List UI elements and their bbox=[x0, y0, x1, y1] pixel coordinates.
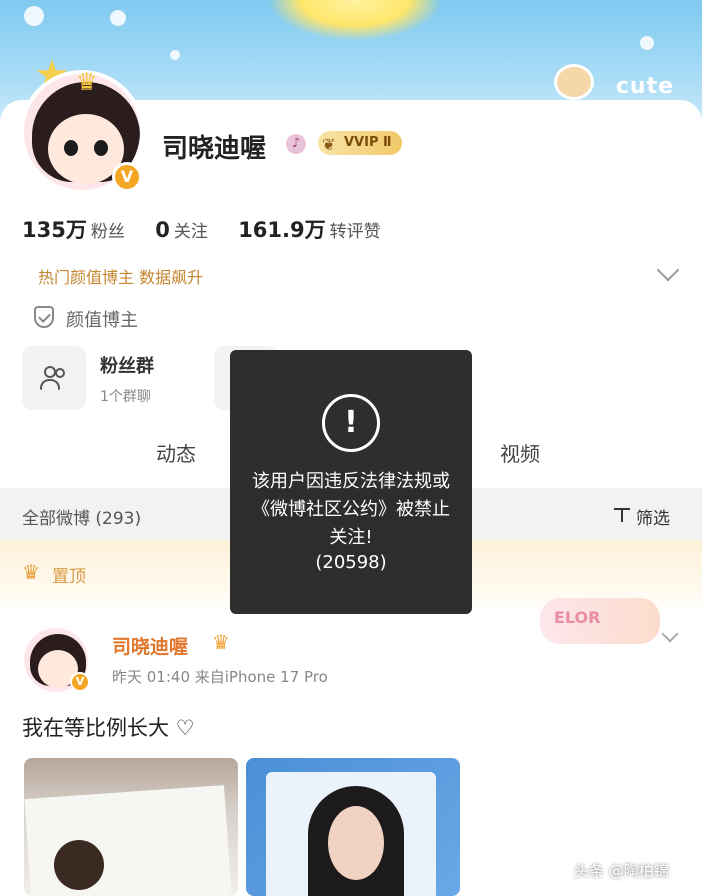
fan-group-title[interactable]: 粉丝群 bbox=[100, 352, 154, 378]
stat-value: 0 bbox=[155, 218, 170, 242]
decoration-sticker: ELOR bbox=[540, 598, 660, 644]
sticker-text: ELOR bbox=[554, 608, 601, 627]
pinned-crown-icon: ♛ bbox=[22, 560, 40, 584]
verified-badge-icon: V bbox=[112, 162, 142, 192]
profile-username: 司晓迪喔 bbox=[162, 134, 267, 164]
filter-icon[interactable] bbox=[614, 506, 630, 524]
people-icon bbox=[40, 364, 68, 392]
profile-stats: 135万 粉丝 0 关注 161.9万 转评赞 bbox=[22, 214, 405, 244]
vip-badge-label: VVIP Ⅱ bbox=[344, 135, 392, 150]
post-meta: 昨天 01:40 来自iPhone 17 Pro bbox=[112, 668, 328, 686]
fan-group-subtitle: 1个群聊 bbox=[100, 389, 151, 405]
cover-cute-label: cute bbox=[615, 74, 674, 99]
stat-label: 转评赞 bbox=[329, 222, 381, 242]
stat-label: 关注 bbox=[173, 222, 208, 242]
follow-blocked-toast: ! 该用户因违反法律法规或《微博社区公约》被禁止关注! (20598) bbox=[230, 350, 472, 614]
vip-wing-icon: ❦ bbox=[322, 135, 336, 154]
cover-dot-decoration bbox=[110, 10, 126, 26]
post-image[interactable] bbox=[246, 758, 460, 896]
crown-icon: ♛ bbox=[76, 68, 98, 96]
music-note-icon[interactable]: ♪ bbox=[286, 134, 306, 154]
toast-message: 该用户因违反法律法规或《微博社区公约》被禁止关注! bbox=[252, 471, 450, 548]
bear-sticker-icon bbox=[554, 64, 594, 100]
filter-button[interactable]: 筛选 bbox=[636, 504, 670, 529]
cover-sun-decoration bbox=[270, 0, 440, 40]
all-posts-count[interactable]: 全部微博 (293) bbox=[22, 504, 141, 529]
stat-following[interactable]: 0 关注 bbox=[155, 218, 232, 242]
pinned-label: 置顶 bbox=[52, 567, 86, 587]
tab-videos[interactable]: 视频 bbox=[500, 438, 540, 467]
alert-icon: ! bbox=[322, 394, 380, 452]
tab-posts[interactable]: 动态 bbox=[156, 438, 196, 467]
vip-badge[interactable]: ❦ VVIP Ⅱ bbox=[318, 131, 402, 155]
hot-creator-tagline[interactable]: 热门颜值博主 数据飙升 bbox=[38, 264, 203, 288]
cover-dot-decoration bbox=[170, 50, 180, 60]
fan-group-button[interactable] bbox=[22, 346, 86, 410]
crown-icon: ♛ bbox=[212, 630, 230, 654]
post-text: 我在等比例长大 ♡ bbox=[22, 716, 195, 740]
verified-badge-icon: V bbox=[70, 672, 90, 692]
stat-followers[interactable]: 135万 粉丝 bbox=[22, 218, 149, 242]
post-author-name[interactable]: 司晓迪喔 bbox=[112, 632, 188, 659]
stat-label: 粉丝 bbox=[90, 222, 125, 242]
creator-category-tag[interactable]: 颜值博主 bbox=[66, 306, 138, 332]
source-watermark: 头条 @陶柏锦 bbox=[574, 862, 669, 880]
toast-error-code: (20598) bbox=[315, 552, 387, 573]
shield-icon bbox=[34, 306, 54, 328]
cover-dot-decoration bbox=[24, 6, 44, 26]
cover-dot-decoration bbox=[640, 36, 654, 50]
stat-value: 161.9万 bbox=[238, 218, 326, 242]
post-image[interactable] bbox=[24, 758, 238, 896]
stat-engagement[interactable]: 161.9万 转评赞 bbox=[238, 218, 404, 242]
stat-value: 135万 bbox=[22, 218, 87, 242]
